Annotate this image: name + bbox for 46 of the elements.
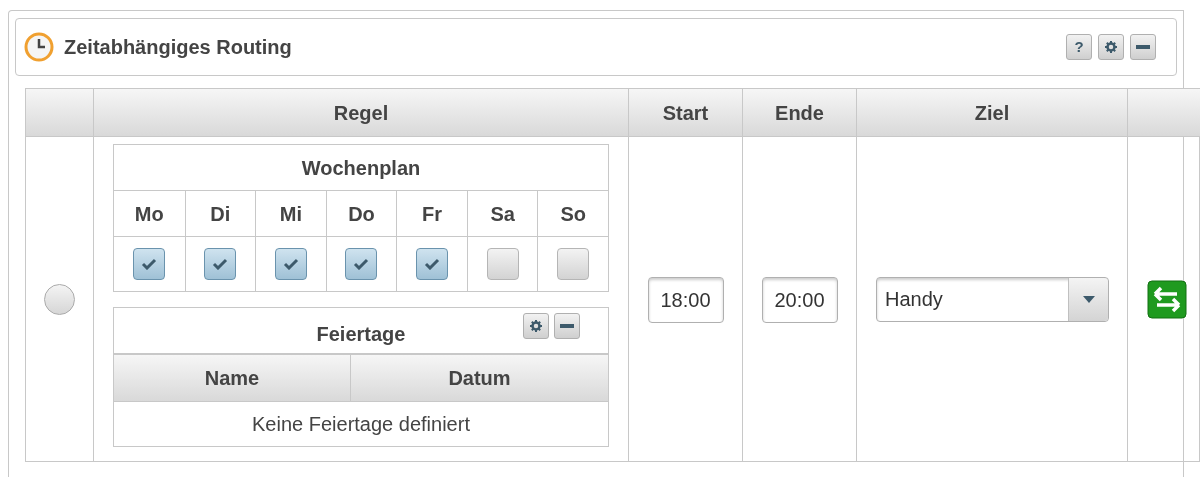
settings-button[interactable] [1098,34,1124,60]
caret-icon [1082,295,1095,303]
collapse-button[interactable] [1130,34,1156,60]
day-checkbox[interactable] [486,248,519,280]
settings-button[interactable] [523,313,549,339]
empty-message: Keine Feiertage definiert [252,412,470,437]
day-checkbox[interactable] [133,248,166,280]
minus-icon [560,324,574,328]
column-header: Start [628,89,742,136]
day-checkbox[interactable] [274,248,307,280]
minus-icon [1136,45,1150,49]
column-header: Ende [742,89,856,136]
column-header: Ziel [856,89,1127,136]
day-label: Do [325,191,397,236]
column-header: Name [114,355,350,401]
checkmark-icon [212,258,229,270]
panel-title: Zeitabhängiges Routing [64,35,292,60]
day-checkbox[interactable] [204,248,237,280]
column-header: Regel [93,89,628,136]
day-checkbox[interactable] [416,248,449,280]
holidays-title: Feiertage [316,321,406,347]
target-dropdown[interactable]: Handy [876,276,1109,322]
day-label: Di [184,191,256,236]
time-field[interactable]: 18:00 [647,276,724,323]
settings-icon [1105,41,1117,53]
header-cell [26,89,93,136]
day-checkbox[interactable] [345,248,378,280]
weekplan-title: Wochenplan [114,145,608,191]
day-label: Sa [466,191,538,236]
checkmark-icon [282,258,299,270]
column-header: Datum [350,355,608,401]
swap-arrows-icon[interactable] [1147,279,1187,319]
settings-icon [530,320,542,332]
checkmark-icon [424,258,441,270]
collapse-button[interactable] [554,313,580,339]
checkmark-icon [141,258,158,270]
day-label: Mi [255,191,326,236]
day-label: Mo [133,201,165,227]
time-field[interactable]: 20:00 [761,276,838,323]
day-label: Fr [396,191,467,236]
day-checkbox[interactable] [557,248,590,280]
day-label: So [537,191,608,236]
radio-button[interactable] [44,283,75,315]
help-button[interactable]: ? [1066,34,1092,60]
clock-icon [24,32,54,62]
checkmark-icon [353,258,370,270]
